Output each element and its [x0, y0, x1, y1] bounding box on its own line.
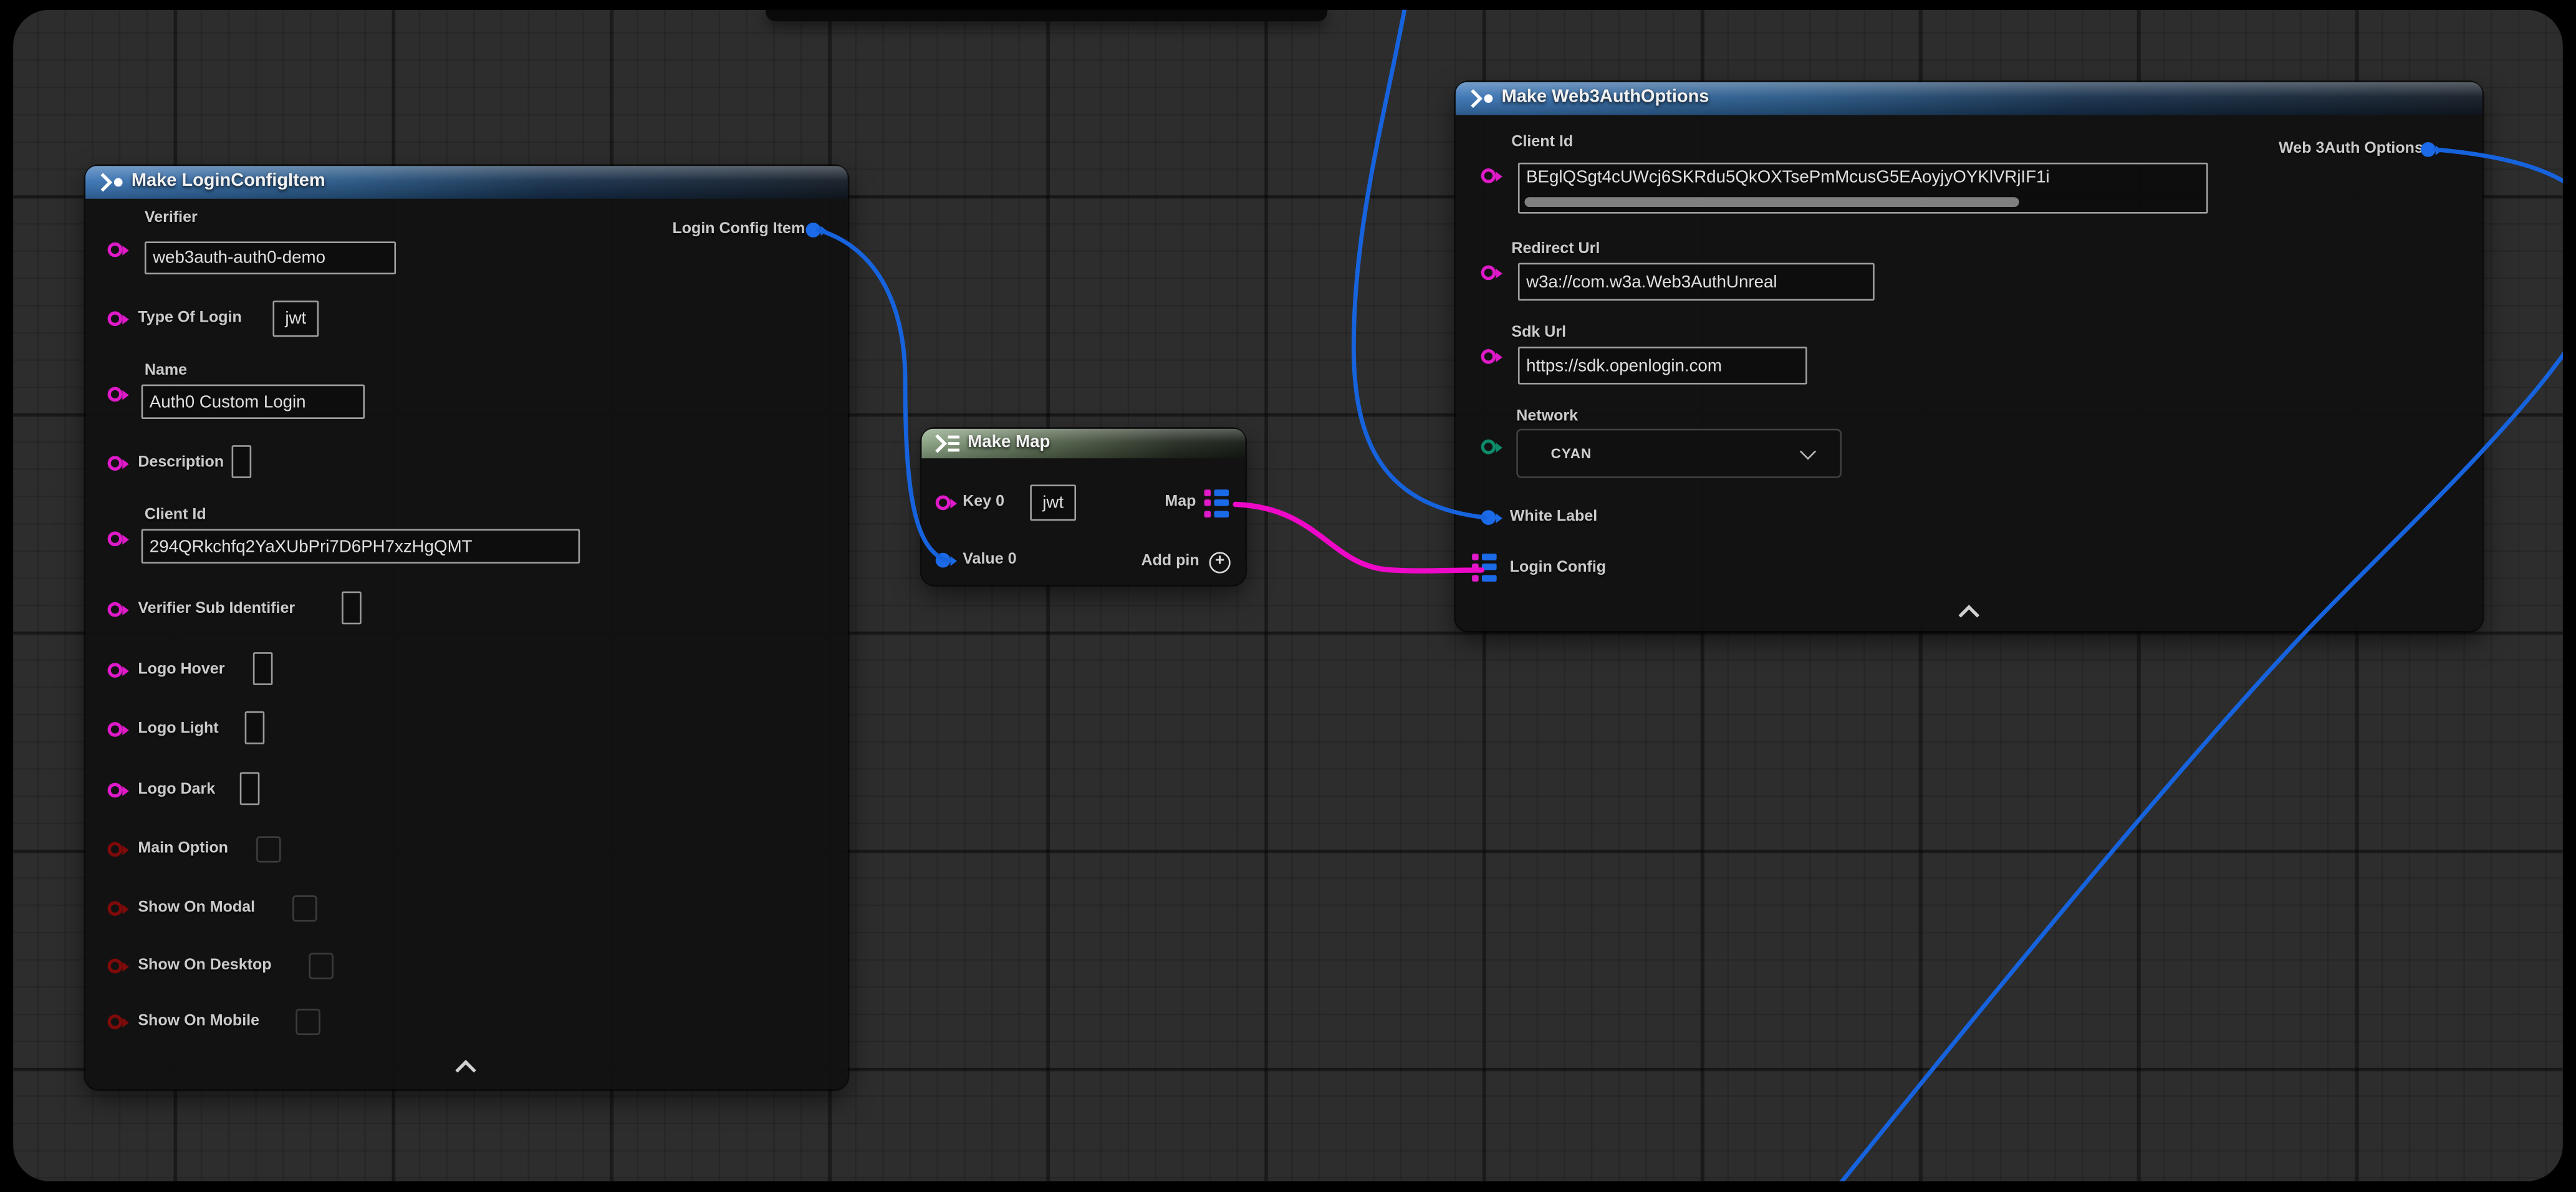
show-on-mobile-checkbox[interactable]: [296, 1009, 320, 1035]
network-label: Network: [1516, 408, 1578, 428]
node-header[interactable]: Make Map: [921, 429, 1245, 458]
logo-light-label: Logo Light: [138, 719, 218, 739]
pin-logo-dark[interactable]: [108, 783, 123, 798]
output-pin-map[interactable]: [1204, 489, 1229, 517]
pin-verifier[interactable]: [108, 243, 123, 257]
node-title: Make Web3AuthOptions: [1502, 87, 1709, 107]
verifier-sub-identifier-input[interactable]: [342, 592, 362, 625]
pin-show-on-desktop[interactable]: [108, 959, 123, 974]
pin-network[interactable]: [1481, 440, 1496, 454]
white-label-label: White Label: [1510, 507, 1597, 527]
redirect-url-input[interactable]: [1518, 263, 1875, 301]
type-of-login-input[interactable]: [272, 300, 319, 337]
logo-dark-input[interactable]: [240, 772, 260, 805]
make-struct-icon: [99, 173, 125, 193]
node-title: Make Map: [968, 432, 1050, 452]
map-output-label: Map: [1165, 493, 1196, 513]
client-id-input[interactable]: [142, 529, 580, 564]
sdk-url-label: Sdk Url: [1511, 324, 1566, 344]
show-on-modal-checkbox[interactable]: [292, 895, 317, 921]
description-label: Description: [138, 453, 224, 473]
value-0-label: Value 0: [963, 550, 1016, 570]
network-selected-value: CYAN: [1551, 445, 1592, 461]
output-pin-label: Login Config Item: [672, 220, 805, 240]
show-on-desktop-checkbox[interactable]: [309, 953, 334, 979]
pin-name[interactable]: [108, 387, 123, 402]
verifier-sub-identifier-label: Verifier Sub Identifier: [138, 600, 295, 620]
pin-client-id[interactable]: [108, 531, 123, 546]
make-map-icon: [933, 434, 963, 454]
pin-redirect-url[interactable]: [1481, 266, 1496, 281]
name-input[interactable]: [142, 385, 365, 419]
wire-map-to-login-config[interactable]: [1236, 504, 1482, 571]
logo-light-input[interactable]: [245, 711, 265, 744]
node-header[interactable]: Make LoginConfigItem: [85, 166, 848, 199]
client-id-scrollbar[interactable]: [1524, 197, 2019, 207]
offscreen-node-bottom-edge: [766, 10, 1327, 21]
pin-key-0[interactable]: [936, 496, 951, 511]
collapse-chevron-icon[interactable]: [455, 1060, 476, 1081]
sdk-url-input[interactable]: [1518, 347, 1807, 385]
pin-description[interactable]: [108, 456, 123, 471]
pin-logo-hover[interactable]: [108, 663, 123, 678]
logo-hover-input[interactable]: [253, 652, 273, 685]
blueprint-graph-stage: Make LoginConfigItem Login Config Item V…: [0, 0, 2576, 1192]
key-0-label: Key 0: [963, 493, 1004, 513]
name-label: Name: [145, 362, 187, 382]
main-option-checkbox[interactable]: [256, 836, 281, 862]
network-dropdown[interactable]: CYAN: [1516, 429, 1842, 478]
pin-client-id[interactable]: [1481, 168, 1496, 183]
verifier-input[interactable]: [145, 241, 396, 274]
show-on-modal-label: Show On Modal: [138, 898, 255, 918]
redirect-url-label: Redirect Url: [1511, 240, 1600, 260]
node-make-loginconfigitem[interactable]: Make LoginConfigItem Login Config Item V…: [85, 166, 848, 1089]
add-pin-label[interactable]: Add pin: [1141, 552, 1199, 572]
client-id-label: Client Id: [145, 506, 206, 526]
collapse-chevron-icon[interactable]: [1959, 605, 1980, 626]
make-struct-icon: [1469, 89, 1495, 108]
blueprint-graph-canvas[interactable]: Make LoginConfigItem Login Config Item V…: [13, 10, 2563, 1181]
node-header[interactable]: Make Web3AuthOptions: [1456, 82, 2482, 115]
show-on-desktop-label: Show On Desktop: [138, 956, 271, 976]
client-id-label: Client Id: [1511, 133, 1573, 153]
key-0-input[interactable]: [1030, 484, 1076, 521]
login-config-label: Login Config: [1510, 559, 1606, 579]
chevron-down-icon: [1800, 444, 1816, 460]
logo-dark-label: Logo Dark: [138, 781, 215, 800]
output-pin-label: Web 3Auth Options: [2279, 140, 2423, 160]
description-input[interactable]: [232, 445, 252, 478]
pin-verifier-sub-identifier[interactable]: [108, 602, 123, 617]
pin-show-on-modal[interactable]: [108, 901, 123, 916]
pin-show-on-mobile[interactable]: [108, 1014, 123, 1029]
client-id-input[interactable]: BEglQSgt4cUWcj6SKRdu5QkOXTsePmMcusG5EAoy…: [1518, 163, 2208, 214]
main-option-label: Main Option: [138, 840, 228, 860]
add-pin-icon[interactable]: [1209, 552, 1231, 573]
client-id-value: BEglQSgt4cUWcj6SKRdu5QkOXTsePmMcusG5EAoy…: [1526, 168, 2203, 188]
pin-type-of-login[interactable]: [108, 311, 123, 326]
node-make-map[interactable]: Make Map Key 0 Map Value 0 Add pin: [921, 429, 1245, 585]
pin-logo-light[interactable]: [108, 722, 123, 737]
pin-main-option[interactable]: [108, 842, 123, 857]
type-of-login-label: Type Of Login: [138, 309, 241, 329]
pin-sdk-url[interactable]: [1481, 349, 1496, 364]
logo-hover-label: Logo Hover: [138, 660, 224, 680]
node-title: Make LoginConfigItem: [132, 171, 325, 191]
node-make-web3authoptions[interactable]: Make Web3AuthOptions Client Id BEglQSgt4…: [1456, 82, 2482, 631]
show-on-mobile-label: Show On Mobile: [138, 1012, 259, 1032]
verifier-label: Verifier: [145, 209, 198, 229]
